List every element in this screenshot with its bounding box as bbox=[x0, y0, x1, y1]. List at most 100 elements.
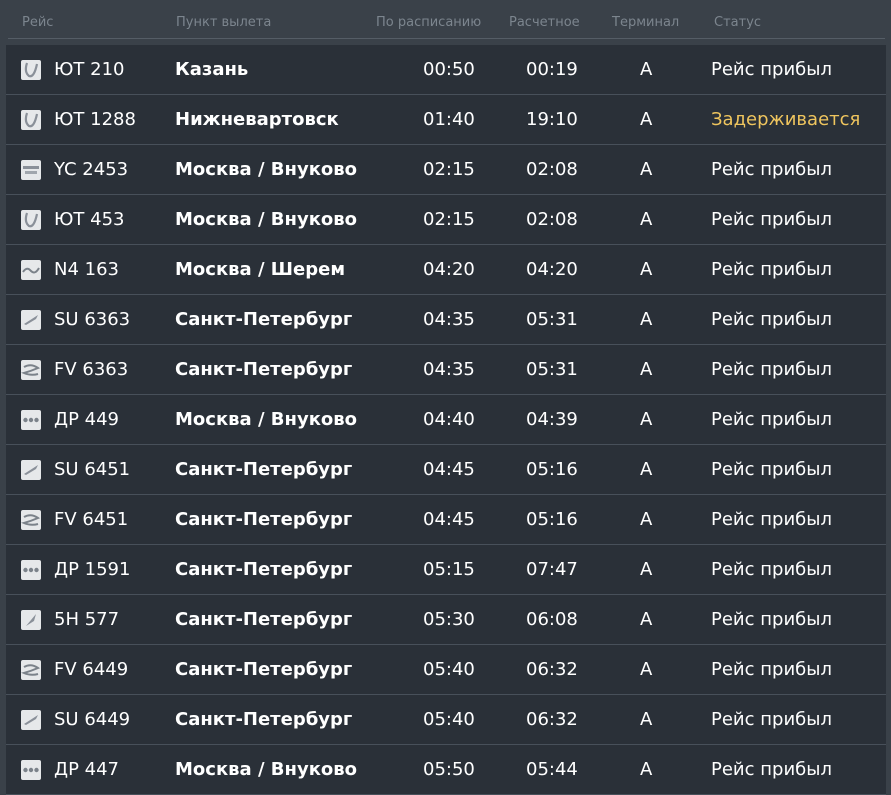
flight-number: SU 6451 bbox=[54, 459, 131, 480]
flight-row[interactable]: SU 6449 Санкт-Петербург 05:40 06:32 A Рейс пр… bbox=[6, 695, 886, 745]
rossiya-logo-icon bbox=[21, 660, 41, 680]
estimated-time: 05:16 bbox=[526, 509, 578, 530]
origin-city: Нижневартовск bbox=[175, 109, 339, 130]
flight-row[interactable]: FV 6451 Санкт-Петербург 04:45 05:16 A Рейс пр… bbox=[6, 495, 886, 545]
flight-status: Рейс прибыл bbox=[711, 509, 832, 530]
scheduled-time: 05:40 bbox=[423, 659, 475, 680]
origin-city: Москва / Внуково bbox=[175, 209, 358, 230]
flight-row[interactable]: YC 2453 Москва / Внуково 02:15 02:08 A Рейс п… bbox=[6, 145, 886, 195]
scheduled-time: 01:40 bbox=[423, 109, 475, 130]
estimated-time: 02:08 bbox=[526, 159, 578, 180]
table-header: Рейс Пункт вылета По расписанию Расчетно… bbox=[0, 0, 891, 44]
flight-status: Рейс прибыл bbox=[711, 559, 832, 580]
arrivals-board: Рейс Пункт вылета По расписанию Расчетно… bbox=[0, 0, 891, 795]
flight-status: Рейс прибыл bbox=[711, 659, 832, 680]
terminal: A bbox=[640, 609, 653, 630]
flight-number: ДР 1591 bbox=[54, 559, 131, 580]
scheduled-time: 04:45 bbox=[423, 459, 475, 480]
flight-row[interactable]: ДР 447 Москва / Внуково 05:50 05:44 A Рейс пр… bbox=[6, 745, 886, 795]
flight-status: Рейс прибыл bbox=[711, 759, 832, 780]
terminal: A bbox=[640, 409, 653, 430]
flight-status: Рейс прибыл bbox=[711, 209, 832, 230]
header-divider bbox=[8, 38, 885, 39]
flight-number: ЮТ 1288 bbox=[54, 109, 136, 130]
utair-logo-icon bbox=[21, 110, 41, 130]
scheduled-time: 00:50 bbox=[423, 59, 475, 80]
flight-number: 5Н 577 bbox=[54, 609, 120, 630]
estimated-time: 05:44 bbox=[526, 759, 578, 780]
flight-row[interactable]: ДР 449 Москва / Внуково 04:40 04:39 A Рейс пр… bbox=[6, 395, 886, 445]
terminal: A bbox=[640, 659, 653, 680]
flight-row[interactable]: ЮТ 1288 Нижневартовск 01:40 19:10 A Задержива… bbox=[6, 95, 886, 145]
terminal: A bbox=[640, 559, 653, 580]
flight-number: ЮТ 210 bbox=[54, 59, 125, 80]
scheduled-time: 04:20 bbox=[423, 259, 475, 280]
estimated-time: 02:08 bbox=[526, 209, 578, 230]
origin-city: Санкт-Петербург bbox=[175, 459, 353, 480]
column-header-origin[interactable]: Пункт вылета bbox=[176, 15, 271, 30]
flight-row[interactable]: ДР 1591 Санкт-Петербург 05:15 07:47 A Рейс пр… bbox=[6, 545, 886, 595]
flight-number: ЮТ 453 bbox=[54, 209, 125, 230]
flight-status: Рейс прибыл bbox=[711, 709, 832, 730]
flight-row[interactable]: 5Н 577 Санкт-Петербург 05:30 06:08 A Рейс при… bbox=[6, 595, 886, 645]
flight-status: Рейс прибыл bbox=[711, 259, 832, 280]
terminal: A bbox=[640, 109, 653, 130]
column-header-flight[interactable]: Рейс bbox=[22, 15, 53, 30]
rossiya-logo-icon bbox=[21, 510, 41, 530]
flights-table: ЮТ 210 Казань 00:50 00:19 A Рейс прибыл ЮТ 128… bbox=[6, 45, 886, 795]
terminal: A bbox=[640, 159, 653, 180]
terminal: A bbox=[640, 259, 653, 280]
origin-city: Москва / Внуково bbox=[175, 409, 358, 430]
flight-row[interactable]: FV 6363 Санкт-Петербург 04:35 05:31 A Рейс пр… bbox=[6, 345, 886, 395]
scheduled-time: 02:15 bbox=[423, 159, 475, 180]
flight-status: Рейс прибыл bbox=[711, 159, 832, 180]
origin-city: Москва / Внуково bbox=[175, 159, 358, 180]
terminal: A bbox=[640, 509, 653, 530]
flight-number: FV 6449 bbox=[54, 659, 129, 680]
terminal: A bbox=[640, 359, 653, 380]
estimated-time: 06:32 bbox=[526, 659, 578, 680]
aeroflot-logo-icon bbox=[21, 710, 41, 730]
flight-number: SU 6363 bbox=[54, 309, 131, 330]
terminal: A bbox=[640, 759, 653, 780]
estimated-time: 05:31 bbox=[526, 309, 578, 330]
utair-logo-icon bbox=[21, 60, 41, 80]
terminal: A bbox=[640, 59, 653, 80]
origin-city: Москва / Шерем bbox=[175, 259, 346, 280]
estimated-time: 07:47 bbox=[526, 559, 578, 580]
aeroflot-logo-icon bbox=[21, 310, 41, 330]
origin-city: Казань bbox=[175, 59, 249, 80]
estimated-time: 00:19 bbox=[526, 59, 578, 80]
flight-row[interactable]: SU 6451 Санкт-Петербург 04:45 05:16 A Рейс пр… bbox=[6, 445, 886, 495]
flight-row[interactable]: N4 163 Москва / Шерем 04:20 04:20 A Рейс приб… bbox=[6, 245, 886, 295]
flight-status: Задерживается bbox=[711, 109, 861, 130]
estimated-time: 05:31 bbox=[526, 359, 578, 380]
flight-row[interactable]: SU 6363 Санкт-Петербург 04:35 05:31 A Рейс пр… bbox=[6, 295, 886, 345]
dobrolet-logo-icon bbox=[21, 560, 41, 580]
5h-logo-icon bbox=[21, 610, 41, 630]
utair-logo-icon bbox=[21, 210, 41, 230]
column-header-estimated[interactable]: Расчетное bbox=[509, 15, 580, 30]
origin-city: Санкт-Петербург bbox=[175, 509, 353, 530]
scheduled-time: 05:40 bbox=[423, 709, 475, 730]
flight-row[interactable]: FV 6449 Санкт-Петербург 05:40 06:32 A Рейс пр… bbox=[6, 645, 886, 695]
flight-row[interactable]: ЮТ 210 Казань 00:50 00:19 A Рейс прибыл bbox=[6, 45, 886, 95]
nordwind-logo-icon bbox=[21, 260, 41, 280]
flight-number: N4 163 bbox=[54, 259, 119, 280]
terminal: A bbox=[640, 309, 653, 330]
scheduled-time: 05:50 bbox=[423, 759, 475, 780]
scheduled-time: 04:35 bbox=[423, 359, 475, 380]
column-header-scheduled[interactable]: По расписанию bbox=[376, 15, 481, 30]
origin-city: Санкт-Петербург bbox=[175, 609, 353, 630]
flight-status: Рейс прибыл bbox=[711, 459, 832, 480]
dobrolet-logo-icon bbox=[21, 410, 41, 430]
estimated-time: 05:16 bbox=[526, 459, 578, 480]
flight-status: Рейс прибыл bbox=[711, 309, 832, 330]
flight-row[interactable]: ЮТ 453 Москва / Внуково 02:15 02:08 A Рейс пр… bbox=[6, 195, 886, 245]
origin-city: Санкт-Петербург bbox=[175, 709, 353, 730]
origin-city: Санкт-Петербург bbox=[175, 659, 353, 680]
aeroflot-logo-icon bbox=[21, 460, 41, 480]
column-header-terminal[interactable]: Терминал bbox=[612, 15, 679, 30]
column-header-status[interactable]: Статус bbox=[714, 15, 761, 30]
origin-city: Санкт-Петербург bbox=[175, 309, 353, 330]
